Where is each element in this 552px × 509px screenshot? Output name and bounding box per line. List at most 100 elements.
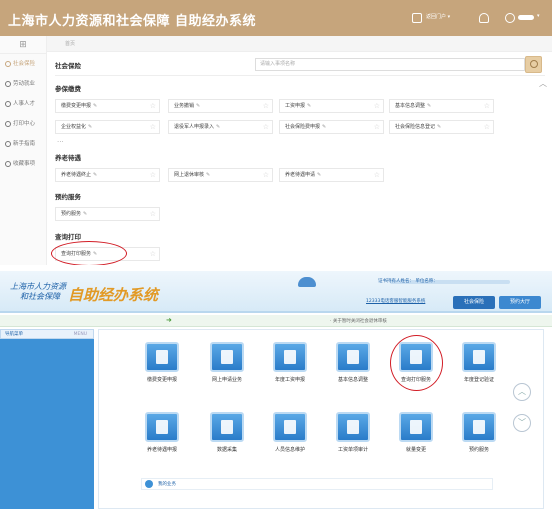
tile-veteran[interactable]: 退役军人申报录入 ✎ ☆: [168, 120, 273, 134]
user-menu-caret[interactable]: ▾: [537, 13, 540, 19]
top-header: 上海市人力资源和社会保障 自助经办系统 返回门户 ▾ ▾: [0, 0, 552, 36]
printer-icon[interactable]: [336, 412, 370, 442]
tile-retire-review[interactable]: 网上退休审核 ✎ ☆: [168, 168, 273, 182]
online-apply-icon[interactable]: [210, 342, 244, 372]
app-title: 上海市人力资源和社会保障 自助经办系统: [8, 14, 257, 29]
payment-change-icon[interactable]: [145, 342, 179, 372]
service-label[interactable]: 基本信息调整: [318, 376, 388, 383]
top-screenshot: 上海市人力资源和社会保障 自助经办系统 返回门户 ▾ ▾ ⊞ 社会保险 劳动就业…: [0, 0, 552, 266]
person-info-icon[interactable]: [273, 412, 307, 442]
service-label[interactable]: 就量变更: [381, 446, 451, 453]
scroll-up-button[interactable]: ︿: [513, 383, 531, 401]
user-icon[interactable]: [505, 13, 515, 23]
star-icon[interactable]: ☆: [374, 100, 380, 112]
apps-grid-icon[interactable]: ⊞: [0, 36, 46, 54]
tile-appointment[interactable]: 预约服务 ✎ ☆: [55, 207, 160, 221]
star-icon[interactable]: ☆: [150, 248, 156, 260]
tile-pension-stop[interactable]: 养老待遇终止 ✎ ☆: [55, 168, 160, 182]
tile-pension-apply[interactable]: 养老待遇申请 ✎ ☆: [279, 168, 384, 182]
sidebar-item-social-insurance[interactable]: 社会保险: [0, 54, 46, 74]
highlight-circle: [390, 335, 443, 391]
star-icon[interactable]: ☆: [150, 208, 156, 220]
service-label[interactable]: 年度登记验证: [444, 376, 514, 383]
tile-fee-declare[interactable]: 社会保险费申报 ✎ ☆: [279, 120, 384, 134]
list-icon: [145, 480, 153, 488]
star-icon[interactable]: ☆: [484, 100, 490, 112]
hotline-link[interactable]: 12333电话客服智能服务系统: [366, 298, 425, 304]
sidebar-item-employment[interactable]: 劳动就业: [0, 74, 46, 94]
tile-business-cancel[interactable]: 业务撤销 ✎ ☆: [168, 99, 273, 113]
notice-bar: ➜ · 关于暂时关闭社会退休审核: [0, 315, 552, 327]
tile-enterprise[interactable]: 企业权益化 ✎ ☆: [55, 120, 160, 134]
highlight-circle: [51, 241, 127, 266]
bell-icon[interactable]: [479, 13, 489, 23]
system-title: 自助经办系统: [68, 286, 159, 304]
tile-basic-info[interactable]: 基本信息调整 ✎ ☆: [389, 99, 494, 113]
scroll-down-button[interactable]: ﹀: [513, 414, 531, 432]
book-icon: [5, 140, 11, 147]
service-panel: 缴费变更申报 网上申请业务 年度工资申报 基本信息调整 查询打印服务 年度登记验…: [98, 329, 544, 509]
star-icon[interactable]: ☆: [150, 169, 156, 181]
service-label[interactable]: 预约服务: [444, 446, 514, 453]
sidebar-item-guide[interactable]: 新手指南: [0, 134, 46, 154]
tab-appointment-hall[interactable]: 预约大厅: [499, 296, 541, 309]
shield-icon: [5, 60, 11, 67]
user-info: 证书持有人姓名： 单位名称：: [378, 279, 438, 284]
data-collect-icon[interactable]: [210, 412, 244, 442]
star-icon[interactable]: ☆: [150, 121, 156, 133]
basic-info-icon[interactable]: [336, 342, 370, 372]
sidebar: ⊞ 社会保险 劳动就业 人事人才 打印中心 新手指南 收藏事项: [0, 36, 47, 265]
service-label[interactable]: 人员信息维护: [255, 446, 325, 453]
user-avatar-icon: [298, 277, 316, 287]
change-icon[interactable]: [399, 412, 433, 442]
org-name-line2: 和社会保障: [20, 292, 60, 301]
bottom-header: 上海市人力资源 和社会保障 自助经办系统 证书持有人姓名： 单位名称： 1233…: [0, 271, 552, 313]
bottom-screenshot: 上海市人力资源 和社会保障 自助经办系统 证书持有人姓名： 单位名称： 1233…: [0, 271, 552, 509]
search-button[interactable]: [525, 56, 542, 73]
star-icon[interactable]: ☆: [263, 121, 269, 133]
collapse-caret-icon[interactable]: ︿: [539, 78, 547, 89]
star-icon[interactable]: ☆: [263, 100, 269, 112]
sidebar-item-print[interactable]: 打印中心: [0, 114, 46, 134]
user-name-redacted: [518, 15, 534, 20]
service-label[interactable]: 缴费变更申报: [127, 376, 197, 383]
tab-social-insurance[interactable]: 社会保险: [453, 296, 495, 309]
annual-register-icon[interactable]: [462, 342, 496, 372]
star-icon[interactable]: ☆: [150, 100, 156, 112]
notice-text[interactable]: · 关于暂时关闭社会退休审核: [330, 318, 387, 324]
monitor-icon[interactable]: [462, 412, 496, 442]
more-indicator[interactable]: ···: [57, 138, 64, 146]
group-title-query-print: 查询打印: [55, 233, 81, 241]
nav-menu-header: 导航菜单 MENU: [0, 329, 94, 339]
portal-icon[interactable]: [412, 13, 422, 23]
menu-toggle[interactable]: MENU: [74, 330, 87, 340]
service-label[interactable]: 养老待遇申报: [127, 446, 197, 453]
section-title: 社会保险: [55, 62, 81, 70]
service-label[interactable]: 数据采集: [192, 446, 262, 453]
breadcrumb[interactable]: 首页: [65, 40, 75, 47]
sidebar-item-favorites[interactable]: 收藏事项: [0, 154, 46, 174]
person-icon: [5, 100, 11, 107]
star-icon[interactable]: ☆: [484, 121, 490, 133]
service-label[interactable]: 年度工资申报: [255, 376, 325, 383]
group-title-pension: 养老待遇: [55, 154, 81, 162]
tile-wage-declare[interactable]: 工资申报 ✎ ☆: [279, 99, 384, 113]
tile-info-register[interactable]: 社会保险信息登记 ✎ ☆: [389, 120, 494, 134]
arrow-icon: ➜: [166, 316, 172, 324]
group-title-contribution: 参保缴费: [55, 85, 81, 93]
service-label[interactable]: 工资单项审计: [318, 446, 388, 453]
annual-wage-icon[interactable]: [273, 342, 307, 372]
portal-button[interactable]: 返回门户 ▾: [426, 13, 450, 20]
star-icon[interactable]: ☆: [263, 169, 269, 181]
tile-payment-change[interactable]: 缴费变更申报 ✎ ☆: [55, 99, 160, 113]
star-icon: [5, 160, 11, 167]
star-icon[interactable]: ☆: [374, 121, 380, 133]
sidebar-item-talent[interactable]: 人事人才: [0, 94, 46, 114]
star-icon[interactable]: ☆: [374, 169, 380, 181]
breadcrumb-bar: 首页: [47, 36, 552, 52]
pension-declare-icon[interactable]: [145, 412, 179, 442]
nav-sidebar: 导航菜单 MENU: [0, 329, 94, 509]
search-input[interactable]: 请输入事项名称: [255, 58, 525, 71]
my-business-bar[interactable]: 我的业务: [141, 478, 493, 490]
service-label[interactable]: 网上申请业务: [192, 376, 262, 383]
